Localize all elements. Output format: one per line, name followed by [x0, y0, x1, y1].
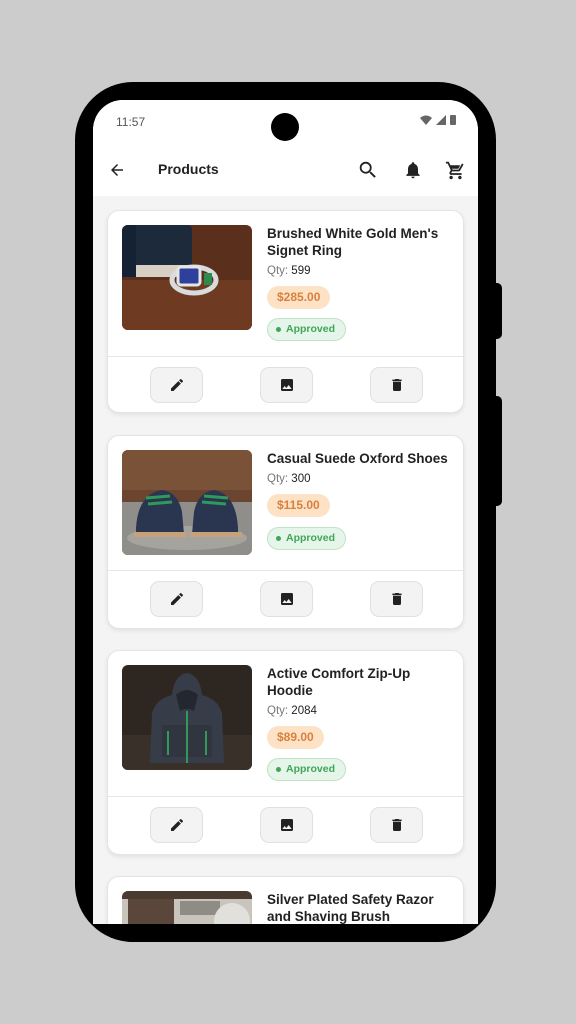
- status-badge: Approved: [267, 758, 347, 781]
- search-button[interactable]: [355, 157, 381, 183]
- product-card: Casual Suede Oxford Shoes Qty: 300 $115.…: [107, 435, 464, 629]
- status-bar: 11:57: [93, 100, 478, 144]
- hoodie-photo: [122, 665, 252, 770]
- image-icon: [280, 593, 293, 605]
- pencil-icon: [170, 818, 183, 831]
- product-image[interactable]: [122, 225, 252, 330]
- product-image[interactable]: [122, 891, 252, 924]
- status-dot: [276, 327, 281, 332]
- razor-photo: [122, 891, 252, 924]
- trash-icon: [391, 819, 402, 831]
- divider: [108, 570, 463, 571]
- status-label: Approved: [286, 323, 336, 335]
- divider: [108, 356, 463, 357]
- qty-label: Qty:: [267, 265, 289, 277]
- cart-icon: [445, 161, 464, 179]
- cart-button[interactable]: [442, 157, 468, 183]
- image-icon: [280, 379, 293, 391]
- delete-button[interactable]: [370, 581, 423, 617]
- page-title: Products: [158, 161, 219, 177]
- status-label: Approved: [286, 763, 336, 775]
- product-list[interactable]: Brushed White Gold Men's Signet Ring Qty…: [93, 196, 478, 924]
- price-badge: $285.00: [267, 286, 331, 309]
- delete-button[interactable]: [370, 367, 423, 403]
- bell-icon: [406, 162, 420, 179]
- image-button[interactable]: [260, 807, 313, 843]
- qty-label: Qty:: [267, 705, 289, 717]
- qty-value: 300: [291, 473, 311, 485]
- status-badge: Approved: [267, 527, 347, 550]
- image-button[interactable]: [260, 581, 313, 617]
- power-button: [490, 396, 502, 506]
- divider: [108, 796, 463, 797]
- product-image[interactable]: [122, 665, 252, 770]
- status-icons: [420, 115, 456, 125]
- status-time: 11:57: [116, 115, 146, 129]
- battery-icon: [450, 115, 456, 125]
- product-card: Brushed White Gold Men's Signet Ring Qty…: [107, 210, 464, 413]
- qty-value: 2084: [291, 705, 317, 717]
- pencil-icon: [170, 592, 183, 605]
- status-badge: Approved: [267, 318, 347, 341]
- delete-button[interactable]: [370, 807, 423, 843]
- pencil-icon: [170, 378, 183, 391]
- price-badge: $115.00: [267, 494, 330, 517]
- camera-cutout: [271, 113, 299, 141]
- trash-icon: [391, 593, 402, 605]
- ring-photo: [122, 225, 252, 330]
- product-image[interactable]: [122, 450, 252, 555]
- qty-label: Qty:: [267, 473, 289, 485]
- edit-button[interactable]: [150, 807, 203, 843]
- edit-button[interactable]: [150, 581, 203, 617]
- product-name: Casual Suede Oxford Shoes: [267, 451, 448, 466]
- image-icon: [280, 819, 293, 831]
- edit-button[interactable]: [150, 367, 203, 403]
- product-qty: Qty: 599: [267, 265, 310, 277]
- status-dot: [276, 536, 281, 541]
- trash-icon: [391, 379, 402, 391]
- image-button[interactable]: [260, 367, 313, 403]
- product-card: Active Comfort Zip-Up Hoodie Qty: 2084 $…: [107, 650, 464, 855]
- search-icon: [359, 161, 376, 178]
- status-dot: [276, 767, 281, 772]
- product-qty: Qty: 2084: [267, 705, 317, 717]
- product-qty: Qty: 300: [267, 473, 310, 485]
- notifications-button[interactable]: [400, 157, 426, 183]
- signal-icon: [436, 115, 446, 125]
- product-name: Brushed White Gold Men's Signet Ring: [267, 226, 439, 258]
- product-card: Silver Plated Safety Razor and Shaving B…: [107, 876, 464, 924]
- product-name: Active Comfort Zip-Up Hoodie: [267, 666, 411, 698]
- app-bar: Products: [93, 144, 478, 196]
- product-name: Silver Plated Safety Razor and Shaving B…: [267, 892, 434, 924]
- volume-button: [490, 283, 502, 339]
- shoes-photo: [122, 450, 252, 555]
- qty-value: 599: [291, 265, 311, 277]
- wifi-icon: [420, 115, 432, 125]
- back-button[interactable]: [105, 158, 129, 182]
- status-label: Approved: [286, 532, 336, 544]
- arrow-back-icon: [111, 164, 123, 176]
- screen: 11:57 Products Brushed White Gold Men's …: [93, 100, 478, 924]
- price-badge: $89.00: [267, 726, 324, 749]
